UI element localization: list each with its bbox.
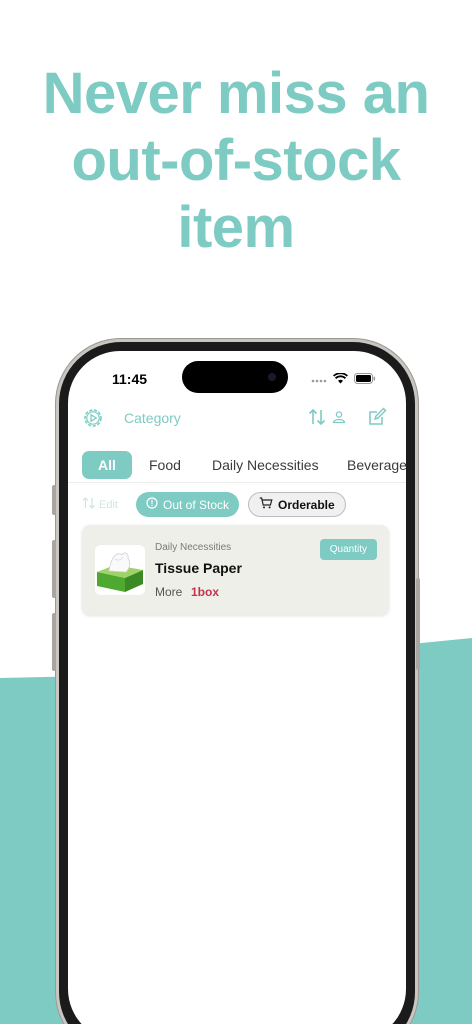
info-icon — [146, 497, 158, 512]
tab-all[interactable]: All — [82, 451, 132, 479]
item-card[interactable]: Daily Necessities Tissue Paper More 1box… — [82, 525, 389, 615]
category-button[interactable]: Category — [124, 410, 181, 426]
camera-icon — [268, 373, 276, 381]
filter-bar: Edit Out of Stock Orderable — [68, 491, 406, 519]
item-name: Tissue Paper — [155, 560, 242, 576]
sort-user-icon[interactable] — [308, 407, 348, 432]
quantity-button[interactable]: Quantity — [319, 539, 377, 560]
tab-beverage[interactable]: Beverage — [347, 451, 406, 479]
status-icons — [311, 371, 376, 389]
signal-icon — [311, 371, 327, 389]
promo-headline: Never miss an out-of-stock item — [42, 61, 430, 260]
tab-food[interactable]: Food — [149, 451, 181, 479]
out-of-stock-label: Out of Stock — [163, 497, 230, 512]
volume-up-button — [52, 540, 56, 598]
sort-icon — [82, 497, 96, 512]
tab-daily-necessities[interactable]: Daily Necessities — [212, 451, 319, 479]
out-of-stock-filter[interactable]: Out of Stock — [136, 492, 240, 517]
tissue-box-icon — [95, 545, 145, 595]
item-more-label: More — [155, 585, 183, 599]
phone-screen: 11:45 Category All Food Daily Necessitie… — [68, 351, 406, 1024]
dynamic-island — [182, 361, 288, 393]
gear-icon[interactable] — [82, 407, 104, 434]
cart-icon — [259, 497, 273, 512]
wifi-icon — [332, 371, 349, 389]
volume-down-button — [52, 613, 56, 671]
battery-icon — [354, 371, 376, 389]
compose-icon[interactable] — [367, 407, 387, 432]
item-amount: 1box — [191, 585, 220, 599]
power-button — [416, 578, 420, 670]
category-tabs: All Food Daily Necessities Beverage — [68, 447, 406, 483]
item-category: Daily Necessities — [155, 542, 232, 553]
orderable-label: Orderable — [278, 497, 335, 512]
toolbar: Category — [68, 401, 406, 437]
action-button — [52, 485, 56, 515]
edit-label: Edit — [99, 498, 118, 511]
edit-button[interactable]: Edit — [82, 497, 118, 512]
orderable-filter[interactable]: Orderable — [248, 492, 346, 517]
status-time: 11:45 — [112, 371, 148, 387]
